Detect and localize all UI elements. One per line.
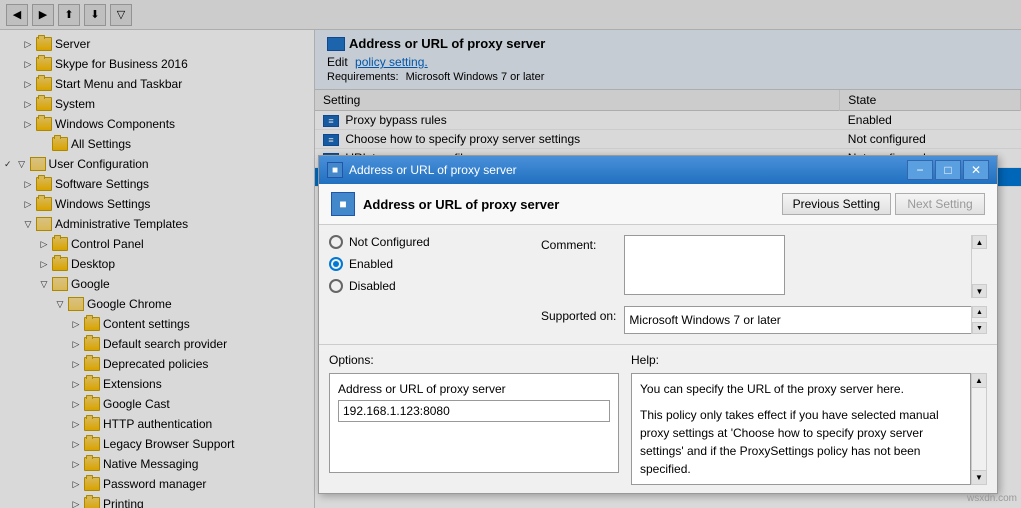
- supported-row: Supported on: Microsoft Windows 7 or lat…: [541, 306, 987, 334]
- comment-label: Comment:: [541, 235, 616, 252]
- address-field-label: Address or URL of proxy server: [338, 382, 610, 396]
- radio-enabled[interactable]: Enabled: [329, 257, 529, 271]
- dialog-title-left: ■ Address or URL of proxy server: [327, 162, 517, 178]
- radio-not-configured-input[interactable]: [329, 235, 343, 249]
- dialog-title-icon: ■: [327, 162, 343, 178]
- scroll-down-help[interactable]: ▼: [972, 470, 986, 484]
- help-panel: Help: You can specify the URL of the pro…: [631, 353, 987, 485]
- scroll-up-comment[interactable]: ▲: [972, 235, 987, 249]
- modal-overlay: ■ Address or URL of proxy server − □ ✕ ■…: [0, 0, 1021, 508]
- help-text-1: You can specify the URL of the proxy ser…: [640, 380, 962, 398]
- dialog-left: Not Configured Enabled Disabled: [329, 235, 529, 334]
- scroll-down-comment[interactable]: ▼: [972, 284, 987, 298]
- options-panel: Options: Address or URL of proxy server: [329, 353, 619, 485]
- dialog-window: ■ Address or URL of proxy server − □ ✕ ■…: [318, 155, 998, 494]
- radio-enabled-input[interactable]: [329, 257, 343, 271]
- dialog-sub-icon: ■: [331, 192, 355, 216]
- dialog-nav-buttons: Previous Setting Next Setting: [782, 193, 985, 215]
- options-label: Options:: [329, 353, 619, 367]
- dialog-subheader: ■ Address or URL of proxy server Previou…: [319, 184, 997, 225]
- scroll-up-supported[interactable]: ▲: [972, 306, 987, 318]
- dialog-sub-title: Address or URL of proxy server: [363, 197, 559, 212]
- scroll-down-supported[interactable]: ▼: [972, 322, 987, 334]
- dialog-body: Not Configured Enabled Disabled Comment:: [319, 225, 997, 344]
- radio-group: Not Configured Enabled Disabled: [329, 235, 529, 293]
- radio-enabled-label: Enabled: [349, 257, 393, 271]
- previous-setting-button[interactable]: Previous Setting: [782, 193, 891, 215]
- radio-not-configured-label: Not Configured: [349, 235, 430, 249]
- comment-textarea[interactable]: [624, 235, 785, 295]
- radio-disabled[interactable]: Disabled: [329, 279, 529, 293]
- dialog-right: Comment: ▲ ▼ Supported on: Microsoft Win…: [541, 235, 987, 334]
- supported-label: Supported on:: [541, 306, 616, 323]
- comment-row: Comment: ▲ ▼: [541, 235, 987, 298]
- dialog-title-buttons: − □ ✕: [907, 160, 989, 180]
- minimize-button[interactable]: −: [907, 160, 933, 180]
- next-setting-button[interactable]: Next Setting: [895, 193, 985, 215]
- close-button[interactable]: ✕: [963, 160, 989, 180]
- help-box: You can specify the URL of the proxy ser…: [631, 373, 971, 485]
- maximize-button[interactable]: □: [935, 160, 961, 180]
- scroll-up-help[interactable]: ▲: [972, 374, 986, 388]
- radio-disabled-label: Disabled: [349, 279, 396, 293]
- watermark: wsxdn.com: [967, 493, 1017, 504]
- radio-disabled-input[interactable]: [329, 279, 343, 293]
- supported-value: Microsoft Windows 7 or later: [624, 306, 987, 334]
- help-text-2: This policy only takes effect if you hav…: [640, 406, 962, 478]
- radio-not-configured[interactable]: Not Configured: [329, 235, 529, 249]
- dialog-titlebar: ■ Address or URL of proxy server − □ ✕: [319, 156, 997, 184]
- dialog-footer: Options: Address or URL of proxy server …: [319, 344, 997, 493]
- options-box: Address or URL of proxy server: [329, 373, 619, 473]
- dialog-title-text: Address or URL of proxy server: [349, 163, 517, 177]
- help-label: Help:: [631, 353, 987, 367]
- address-input[interactable]: [338, 400, 610, 422]
